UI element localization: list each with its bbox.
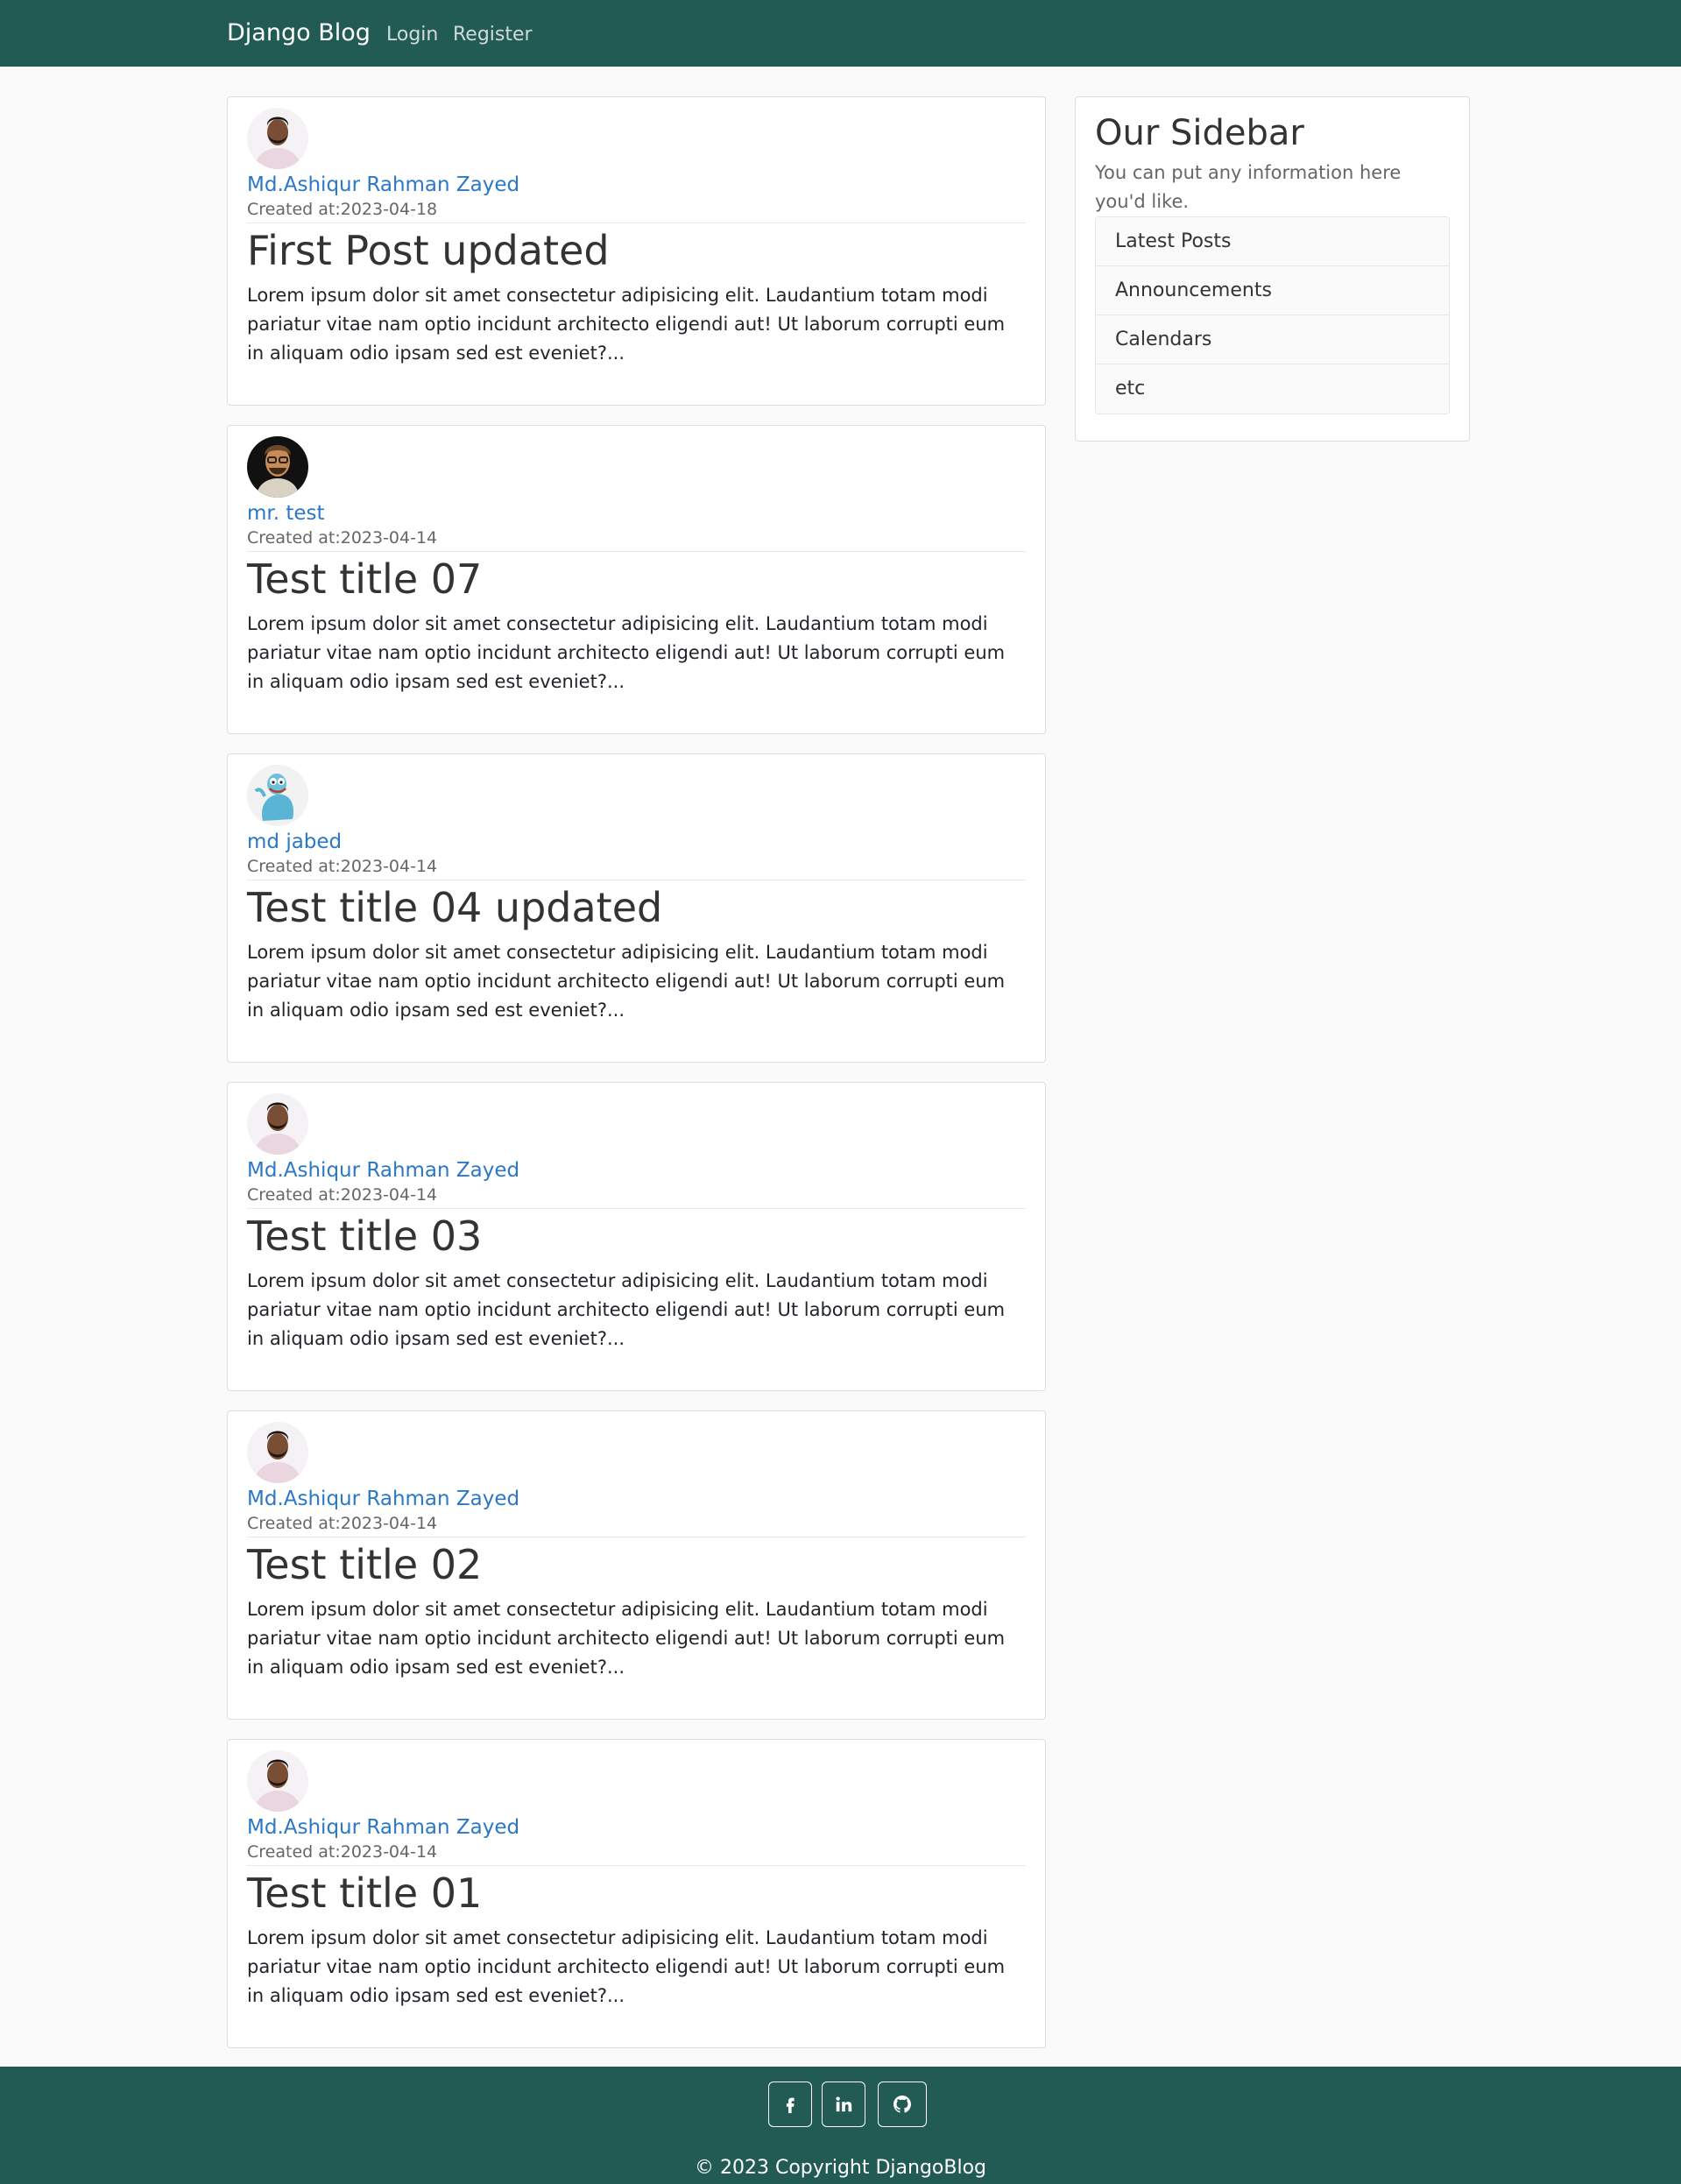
author-link[interactable]: Md.Ashiqur Rahman Zayed — [247, 1486, 1026, 1512]
brand-link[interactable]: Django Blog — [227, 19, 371, 46]
nav-register-link[interactable]: Register — [453, 24, 533, 46]
sidebar-item-latest-posts[interactable]: Latest Posts — [1096, 217, 1449, 266]
linkedin-button[interactable] — [822, 2082, 865, 2127]
person-avatar-icon — [247, 1422, 308, 1483]
sidebar-item-announcements[interactable]: Announcements — [1096, 266, 1449, 315]
post-title-link[interactable]: Test title 01 — [247, 1866, 1026, 1920]
created-date: Created at:2023-04-18 — [247, 200, 438, 219]
sidebar-title: Our Sidebar — [1095, 113, 1304, 153]
footer: © 2023 Copyright DjangoBlog — [0, 2067, 1681, 2184]
sidebar-list: Latest Posts Announcements Calendars etc — [1095, 216, 1450, 414]
post-card: mr. test Created at:2023-04-14 Test titl… — [227, 425, 1046, 734]
facebook-icon — [786, 2097, 795, 2114]
nav-login-link[interactable]: Login — [386, 24, 438, 46]
post-excerpt: Lorem ipsum dolor sit amet consectetur a… — [247, 1270, 1006, 1349]
post-excerpt: Lorem ipsum dolor sit amet consectetur a… — [247, 613, 1006, 692]
created-date: Created at:2023-04-14 — [247, 1514, 438, 1533]
post-card: md jabed Created at:2023-04-14 Test titl… — [227, 753, 1046, 1063]
person-avatar-icon — [247, 1093, 308, 1155]
created-date: Created at:2023-04-14 — [247, 1185, 438, 1205]
cartoon-character-avatar-icon — [247, 765, 308, 826]
person-avatar-icon — [247, 108, 308, 169]
author-link[interactable]: Md.Ashiqur Rahman Zayed — [247, 172, 1026, 198]
cartoon-avatar-icon — [247, 436, 308, 498]
author-avatar — [247, 1750, 308, 1812]
post-card: Md.Ashiqur Rahman Zayed Created at:2023-… — [227, 1739, 1046, 2048]
copyright-text: © 2023 Copyright DjangoBlog — [695, 2157, 986, 2179]
author-link[interactable]: Md.Ashiqur Rahman Zayed — [247, 1157, 1026, 1184]
post-excerpt: Lorem ipsum dolor sit amet consectetur a… — [247, 1599, 1006, 1678]
sidebar-description: You can put any information here you'd l… — [1095, 162, 1402, 212]
author-avatar — [247, 765, 308, 826]
post-excerpt: Lorem ipsum dolor sit amet consectetur a… — [247, 942, 1006, 1021]
post-list: Md.Ashiqur Rahman Zayed Created at:2023-… — [227, 96, 1046, 2067]
sidebar: Our Sidebar You can put any information … — [1075, 96, 1470, 442]
navbar: Django Blog Login Register — [0, 0, 1681, 67]
author-link[interactable]: mr. test — [247, 500, 1026, 527]
post-card: Md.Ashiqur Rahman Zayed Created at:2023-… — [227, 1410, 1046, 1720]
author-link[interactable]: md jabed — [247, 829, 1026, 855]
post-excerpt: Lorem ipsum dolor sit amet consectetur a… — [247, 285, 1006, 364]
post-card: Md.Ashiqur Rahman Zayed Created at:2023-… — [227, 1082, 1046, 1391]
author-avatar — [247, 1422, 308, 1483]
post-title-link[interactable]: Test title 02 — [247, 1537, 1026, 1592]
post-title-link[interactable]: Test title 04 updated — [247, 880, 1026, 935]
author-link[interactable]: Md.Ashiqur Rahman Zayed — [247, 1814, 1026, 1841]
author-avatar — [247, 1093, 308, 1155]
post-title-link[interactable]: Test title 03 — [247, 1209, 1026, 1263]
author-avatar — [247, 436, 308, 498]
sidebar-item-calendars[interactable]: Calendars — [1096, 315, 1449, 364]
created-date: Created at:2023-04-14 — [247, 1842, 438, 1862]
person-avatar-icon — [247, 1750, 308, 1812]
post-title-link[interactable]: Test title 07 — [247, 552, 1026, 606]
author-avatar — [247, 108, 308, 169]
post-title-link[interactable]: First Post updated — [247, 223, 1026, 278]
linkedin-icon — [836, 2096, 852, 2112]
created-date: Created at:2023-04-14 — [247, 528, 438, 548]
created-date: Created at:2023-04-14 — [247, 857, 438, 876]
facebook-button[interactable] — [768, 2082, 812, 2127]
github-icon — [893, 2096, 911, 2113]
post-card: Md.Ashiqur Rahman Zayed Created at:2023-… — [227, 96, 1046, 406]
sidebar-item-etc[interactable]: etc — [1096, 364, 1449, 413]
github-button[interactable] — [878, 2082, 927, 2127]
post-excerpt: Lorem ipsum dolor sit amet consectetur a… — [247, 1927, 1006, 2006]
